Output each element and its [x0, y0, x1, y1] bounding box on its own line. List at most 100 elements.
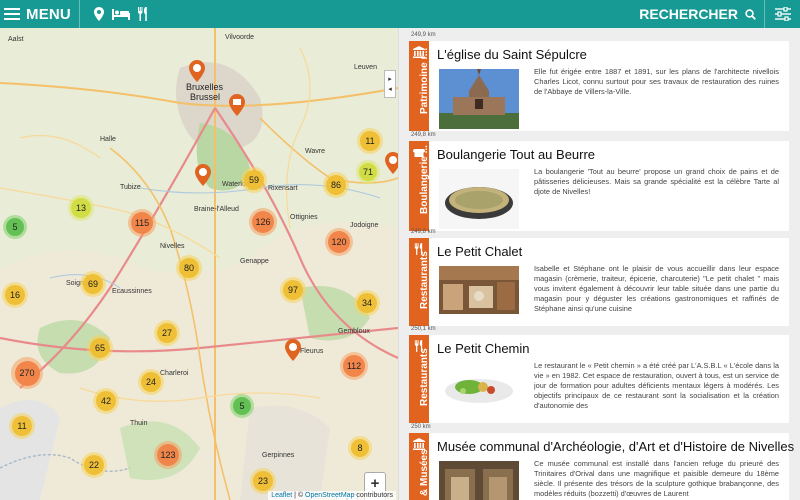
category-label: Patrimoine r...: [419, 47, 430, 114]
map-cluster[interactable]: 22: [81, 452, 107, 478]
item-thumbnail[interactable]: [439, 461, 519, 500]
attribution-separator: | ©: [292, 492, 306, 499]
distance-label: 250 km: [411, 424, 431, 430]
hamburger-icon: [4, 8, 20, 20]
map[interactable]: Vilvoorde Aalst Bruxelles Brussel Leuven…: [0, 28, 398, 500]
item-thumbnail[interactable]: [439, 266, 519, 314]
fork-knife-icon[interactable]: [132, 0, 154, 28]
sliders-icon[interactable]: [764, 0, 800, 28]
menu-button[interactable]: MENU: [0, 0, 71, 28]
map-cluster[interactable]: 69: [80, 271, 106, 297]
map-cluster[interactable]: 120: [325, 228, 353, 256]
town-label: Tubize: [120, 184, 141, 191]
category-label: Boulangerie ...: [419, 145, 430, 214]
map-cluster[interactable]: 8: [348, 436, 372, 460]
leaflet-link[interactable]: Leaflet: [271, 492, 292, 499]
item-title[interactable]: L'église du Saint Sépulcre: [437, 47, 587, 62]
map-cluster[interactable]: 80: [176, 255, 202, 281]
map-pin-icon[interactable]: [88, 0, 110, 28]
town-label: Rixensart: [268, 185, 298, 192]
town-label: Wavre: [305, 148, 325, 155]
item-description: Le restaurant le « Petit chemin » a été …: [534, 361, 779, 410]
map-cluster[interactable]: 27: [154, 320, 180, 346]
map-cluster[interactable]: 97: [280, 277, 306, 303]
top-bar: MENU RECHERCHER: [0, 0, 800, 28]
chevron-left-icon: ◂: [388, 86, 392, 93]
result-card[interactable]: Restaurants Le Petit Chalet Isabelle et …: [409, 238, 789, 326]
town-label: Brussel: [190, 92, 221, 102]
category-label: & Musées: [419, 449, 430, 496]
map-cluster[interactable]: 86: [323, 172, 349, 198]
map-cluster[interactable]: 112: [340, 352, 368, 380]
result-card[interactable]: & Musées Musée communal d'Archéologie, d…: [409, 433, 794, 500]
list-item[interactable]: 249,8 km Boulangerie ... Boulangerie Tou…: [399, 132, 800, 232]
collapse-panel-button[interactable]: ▸ ◂: [384, 70, 396, 98]
map-pin-icon[interactable]: [229, 94, 245, 116]
map-cluster[interactable]: 115: [128, 209, 156, 237]
chevron-right-icon: ▸: [388, 76, 392, 83]
distance-label: 249,8 km: [411, 229, 436, 235]
map-pin-icon[interactable]: [195, 164, 211, 186]
map-cluster[interactable]: 270: [11, 357, 43, 389]
list-item[interactable]: 250 km & Musées Musée communal d'Archéol…: [399, 424, 800, 500]
list-item[interactable]: 249,9 km Patrimoine r... L'église du Sai…: [399, 32, 800, 132]
result-card[interactable]: Boulangerie ... Boulangerie Tout au Beur…: [409, 141, 789, 231]
map-cluster[interactable]: 71: [356, 160, 380, 184]
category-label: Restaurants: [419, 348, 430, 406]
map-pin-icon[interactable]: [285, 339, 301, 361]
distance-label: 250,1 km: [411, 326, 436, 332]
result-card[interactable]: Patrimoine r... L'église du Saint Sépulc…: [409, 41, 789, 131]
item-title[interactable]: Musée communal d'Archéologie, d'Art et d…: [437, 439, 794, 454]
map-cluster[interactable]: 5: [3, 215, 27, 239]
item-title[interactable]: Boulangerie Tout au Beurre: [437, 147, 595, 162]
map-attribution: Leaflet | © OpenStreetMap contributors: [268, 491, 396, 500]
map-cluster[interactable]: 13: [68, 195, 94, 221]
map-cluster[interactable]: 65: [87, 335, 113, 361]
map-cluster[interactable]: 34: [354, 290, 380, 316]
search-icon: [745, 8, 756, 20]
item-thumbnail[interactable]: [439, 169, 519, 229]
town-label: Fleurus: [300, 348, 324, 355]
town-label: Bruxelles: [186, 82, 224, 92]
map-pin-icon[interactable]: [385, 152, 398, 174]
item-description: Ce musée communal est installé dans l'an…: [534, 459, 779, 498]
item-thumbnail[interactable]: [439, 363, 519, 411]
map-cluster[interactable]: 59: [241, 167, 267, 193]
menu-label: MENU: [26, 5, 71, 23]
town-label: Ottignies: [290, 214, 318, 221]
search-label: RECHERCHER: [639, 6, 738, 22]
results-list[interactable]: 249,9 km Patrimoine r... L'église du Sai…: [398, 28, 800, 500]
item-title[interactable]: Le Petit Chemin: [437, 341, 530, 356]
map-cluster[interactable]: 11: [357, 128, 383, 154]
list-item[interactable]: 249,8 km Restaurants Le Petit Chalet Isa…: [399, 229, 800, 329]
map-cluster[interactable]: 24: [138, 369, 164, 395]
map-cluster[interactable]: 16: [2, 282, 28, 308]
map-cluster[interactable]: 11: [9, 413, 35, 439]
town-label: Charleroi: [160, 370, 189, 377]
town-label: Ecaussinnes: [112, 288, 152, 295]
town-label: Nivelles: [160, 243, 185, 250]
item-title[interactable]: Le Petit Chalet: [437, 244, 522, 259]
osm-link[interactable]: OpenStreetMap: [305, 492, 354, 499]
item-thumbnail[interactable]: [439, 69, 519, 129]
category-tab[interactable]: Restaurants: [409, 335, 430, 423]
category-tab[interactable]: & Musées: [409, 433, 430, 500]
town-label: Vilvoorde: [225, 34, 255, 41]
category-tab[interactable]: Patrimoine r...: [409, 41, 430, 131]
map-cluster[interactable]: 42: [93, 388, 119, 414]
attribution-contributors: contributors: [354, 492, 393, 499]
category-tab[interactable]: Restaurants: [409, 238, 430, 326]
list-item[interactable]: 250,1 km Restaurants Le Petit Chemin Le …: [399, 326, 800, 426]
town-label: Braine-l'Alleud: [194, 206, 239, 213]
distance-label: 249,8 km: [411, 132, 436, 138]
category-label: Restaurants: [419, 251, 430, 309]
map-cluster[interactable]: 123: [154, 441, 182, 469]
result-card[interactable]: Restaurants Le Petit Chemin Le restauran…: [409, 335, 789, 423]
category-tab[interactable]: Boulangerie ...: [409, 141, 430, 231]
search-button[interactable]: RECHERCHER: [639, 0, 764, 28]
map-cluster[interactable]: 5: [230, 394, 254, 418]
map-pin-icon[interactable]: [189, 60, 205, 82]
map-cluster[interactable]: 126: [249, 208, 277, 236]
bed-icon[interactable]: [110, 0, 132, 28]
item-description: Isabelle et Stéphane ont le plaisir de v…: [534, 264, 779, 313]
